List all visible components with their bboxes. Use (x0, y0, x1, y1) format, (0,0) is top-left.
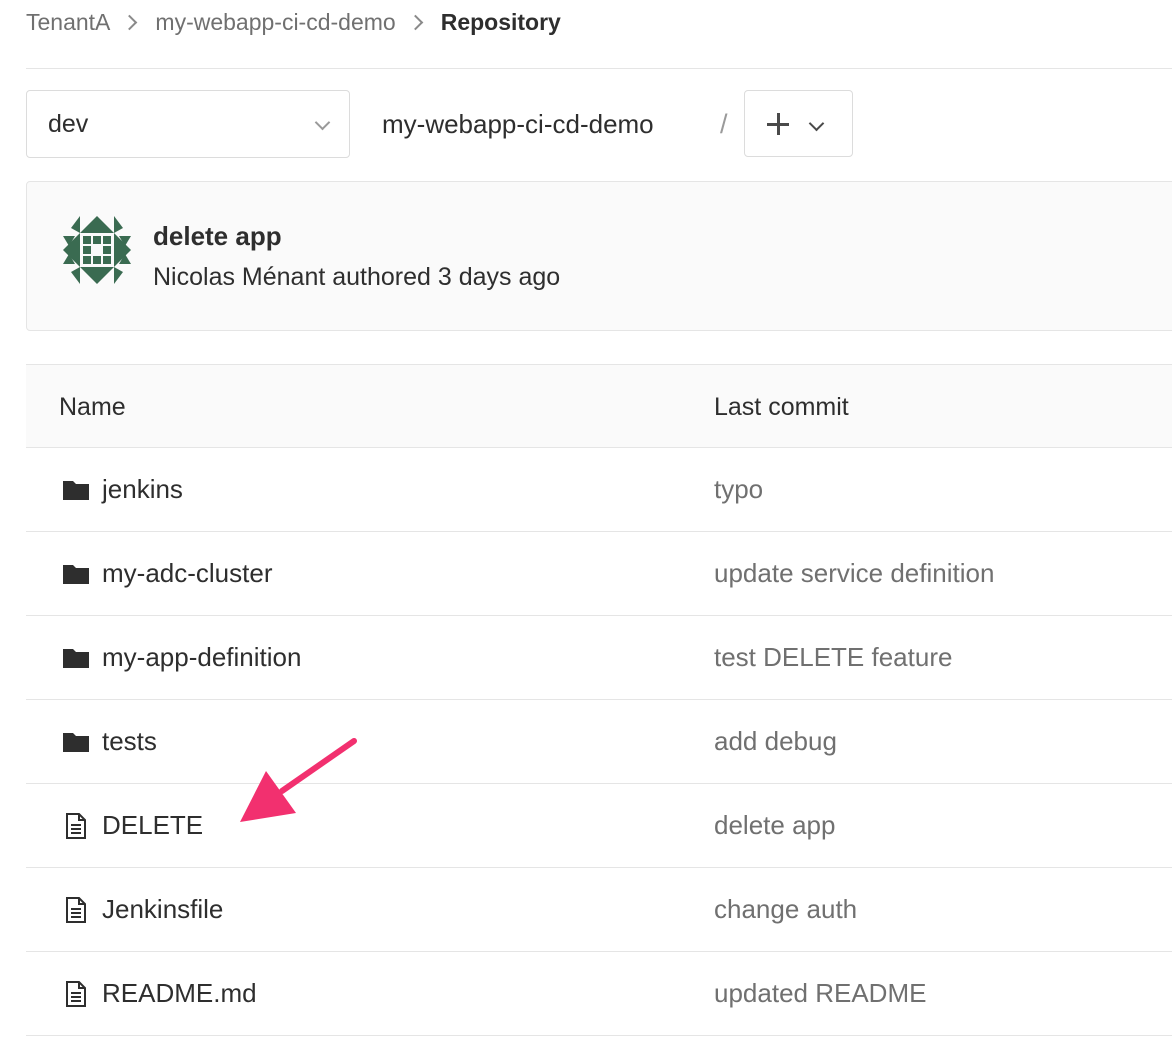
breadcrumb-project-link[interactable]: my-webapp-ci-cd-demo (155, 9, 395, 36)
commit-author-line: Nicolas Ménant authored 3 days ago (153, 263, 561, 291)
file-name-link[interactable]: DELETE (102, 810, 203, 841)
commit-message-link[interactable]: delete app (714, 810, 835, 841)
plus-icon (767, 113, 789, 135)
table-row[interactable]: tests add debug (26, 700, 1172, 784)
table-row[interactable]: my-adc-cluster update service definition (26, 532, 1172, 616)
chevron-right-icon (122, 14, 138, 30)
column-header-last-commit: Last commit (714, 393, 849, 421)
file-name-link[interactable]: jenkins (102, 474, 183, 505)
table-row[interactable]: my-app-definition test DELETE feature (26, 616, 1172, 700)
table-row[interactable]: README.md updated README (26, 952, 1172, 1036)
breadcrumb-current-page[interactable]: Repository (441, 9, 561, 36)
table-row[interactable]: DELETE delete app (26, 784, 1172, 868)
folder-icon (63, 649, 89, 668)
file-icon (66, 813, 86, 839)
breadcrumb-tenant-link[interactable]: TenantA (26, 9, 110, 36)
path-separator: / (720, 108, 728, 139)
add-file-dropdown-button[interactable] (744, 90, 853, 157)
folder-icon (63, 481, 89, 500)
table-header: Name Last commit (26, 364, 1172, 448)
avatar[interactable] (63, 216, 131, 284)
table-row[interactable]: Jenkinsfile change auth (26, 868, 1172, 952)
commit-message-link[interactable]: typo (714, 474, 763, 505)
column-header-name: Name (59, 393, 126, 421)
chevron-down-icon (808, 115, 825, 132)
header-divider (26, 68, 1172, 69)
file-icon (66, 981, 86, 1007)
file-name-link[interactable]: Jenkinsfile (102, 894, 223, 925)
branch-select[interactable]: dev (26, 90, 350, 158)
table-row[interactable]: jenkins typo (26, 448, 1172, 532)
file-name-link[interactable]: my-app-definition (102, 642, 301, 673)
commit-message-link[interactable]: change auth (714, 894, 857, 925)
file-name-link[interactable]: README.md (102, 978, 257, 1009)
last-commit-panel: delete app Nicolas Ménant authored 3 day… (26, 181, 1172, 331)
commit-message-link[interactable]: update service definition (714, 558, 994, 589)
breadcrumb: TenantA my-webapp-ci-cd-demo Repository (26, 0, 561, 44)
commit-message-link[interactable]: test DELETE feature (714, 642, 952, 673)
branch-select-value: dev (48, 109, 89, 138)
repo-root-link[interactable]: my-webapp-ci-cd-demo (382, 90, 654, 158)
file-name-link[interactable]: tests (102, 726, 157, 757)
file-icon (66, 897, 86, 923)
file-tree-table: Name Last commit jenkins typo my-adc-clu… (26, 364, 1172, 1036)
folder-icon (63, 733, 89, 752)
chevron-down-icon (314, 114, 331, 131)
commit-message-link[interactable]: add debug (714, 726, 837, 757)
commit-message-link[interactable]: updated README (714, 978, 926, 1009)
chevron-right-icon (407, 14, 423, 30)
file-name-link[interactable]: my-adc-cluster (102, 558, 272, 589)
folder-icon (63, 565, 89, 584)
commit-title-link[interactable]: delete app (153, 221, 282, 252)
